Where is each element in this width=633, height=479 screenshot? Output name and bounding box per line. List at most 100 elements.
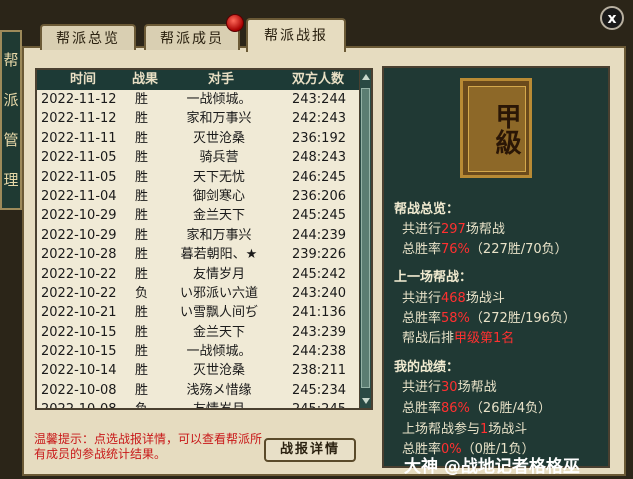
cell-result: 胜 — [135, 363, 149, 379]
header-result: 战果 — [131, 72, 158, 87]
table-row[interactable]: 2022-10-22 负 い邪派い六道 243:240 — [37, 284, 359, 303]
cell-date: 2022-10-21 — [41, 305, 117, 321]
side-banner-label: 帮 派 管 理 — [3, 51, 19, 189]
cell-date: 2022-11-04 — [41, 188, 117, 204]
tab-overview[interactable]: 帮派总览 — [40, 24, 136, 50]
cell-opponent: 友情岁月 — [192, 402, 245, 410]
cell-date: 2022-10-15 — [41, 344, 117, 360]
battle-report-table: 时间 战果 对手 双方人数 2022-11-12 胜一战倾城。 243:244 202… — [35, 68, 373, 410]
cell-date: 2022-10-29 — [41, 208, 117, 224]
cell-opponent: 一战倾城。 — [186, 344, 252, 360]
cell-opponent: 浅殇メ惜缘 — [186, 382, 252, 398]
tab-members[interactable]: 帮派成员 — [144, 24, 240, 50]
cell-date: 2022-11-05 — [41, 169, 117, 185]
cell-counts: 244:238 — [291, 344, 346, 360]
table-row[interactable]: 2022-11-12 胜 家和万事兴 242:243 — [37, 109, 359, 128]
cell-date: 2022-10-08 — [41, 402, 117, 410]
cell-result: 胜 — [135, 188, 149, 204]
scroll-down-icon[interactable] — [362, 398, 370, 404]
tip-text: 温馨提示：点选战报详情，可以查看帮派所有成员的参战统计结果。 — [34, 432, 263, 461]
table-row[interactable]: 2022-10-08 负 友情岁月 245:245 — [37, 400, 359, 410]
last-battle-winrate: 总胜率58%（272胜/196负） — [402, 311, 576, 326]
header-counts: 双方人数 — [291, 72, 344, 87]
cell-result: 胜 — [135, 305, 149, 321]
cell-counts: 236:206 — [291, 188, 346, 204]
cell-counts: 245:245 — [291, 402, 346, 410]
scroll-thumb[interactable] — [361, 88, 370, 388]
cell-result: 负 — [135, 402, 149, 410]
cell-opponent: 一战倾城。 — [186, 92, 252, 107]
battle-detail-button[interactable]: 战报详情 — [264, 438, 356, 462]
table-row[interactable]: 2022-10-29 胜 家和万事兴 244:239 — [37, 226, 359, 245]
table-row[interactable]: 2022-11-11 胜 灭世沧桑 236:192 — [37, 129, 359, 148]
scroll-up-icon[interactable] — [362, 74, 370, 80]
scrollbar[interactable] — [359, 70, 371, 408]
table-row[interactable]: 2022-10-29 胜 金兰天下 245:245 — [37, 206, 359, 225]
cell-result: 胜 — [135, 92, 149, 107]
side-banner: 帮 派 管 理 — [0, 30, 22, 210]
last-battle-rank: 帮战后排甲级第1名 — [402, 331, 515, 346]
cell-counts: 245:245 — [291, 208, 346, 224]
cell-result: 胜 — [135, 266, 149, 282]
cell-counts: 238:211 — [291, 363, 346, 379]
cell-date: 2022-11-05 — [41, 150, 117, 166]
my-record-winrate: 总胜率86%（26胜/4负） — [402, 401, 552, 416]
watermark-text: 大神 @战地记者格格巫 — [404, 457, 580, 477]
cell-date: 2022-10-29 — [41, 227, 117, 243]
cell-opponent: 御剑寒心 — [192, 188, 245, 204]
cell-opponent: 家和万事兴 — [186, 227, 252, 243]
cell-opponent: 暮若朝阳、★ — [180, 247, 258, 263]
close-button[interactable]: x — [600, 6, 624, 30]
table-row[interactable]: 2022-10-15 胜 一战倾城。 244:238 — [37, 342, 359, 361]
cell-counts: 244:239 — [291, 227, 346, 243]
table-row[interactable]: 2022-11-05 胜 骑兵营 248:243 — [37, 148, 359, 167]
cell-counts: 248:243 — [291, 150, 346, 166]
my-record-last-fights: 上场帮战参与1场战斗 — [402, 422, 528, 437]
cell-result: 负 — [135, 285, 149, 301]
cell-date: 2022-10-14 — [41, 363, 117, 379]
table-row[interactable]: 2022-11-05 胜 天下无忧 246:245 — [37, 168, 359, 187]
table-header: 时间 战果 对手 双方人数 — [37, 70, 359, 90]
cell-counts: 242:243 — [291, 111, 346, 127]
cell-counts: 245:234 — [291, 382, 346, 398]
table-row[interactable]: 2022-10-28 胜 暮若朝阳、★ 239:226 — [37, 245, 359, 264]
cell-counts: 243:240 — [291, 285, 346, 301]
cell-opponent: 灭世沧桑 — [192, 130, 245, 146]
cell-opponent: 骑兵营 — [199, 150, 239, 166]
cell-counts: 246:245 — [291, 169, 346, 185]
cell-opponent: 家和万事兴 — [186, 111, 252, 127]
cell-result: 胜 — [135, 324, 149, 340]
cell-date: 2022-10-22 — [41, 285, 117, 301]
game-window: 帮 派 管 理 帮派总览 帮派成员 帮派战报 x 时间 战果 对手 双方人数 2… — [0, 0, 633, 479]
cell-result: 胜 — [135, 150, 149, 166]
header-opponent: 对手 — [207, 72, 234, 87]
cell-date: 2022-11-12 — [41, 92, 117, 107]
cell-date: 2022-10-15 — [41, 324, 117, 340]
my-record-battles: 共进行30场帮战 — [402, 380, 497, 395]
cell-date: 2022-10-08 — [41, 382, 117, 398]
table-row[interactable]: 2022-10-22 胜 友情岁月 245:242 — [37, 265, 359, 284]
cell-result: 胜 — [135, 130, 149, 146]
cell-result: 胜 — [135, 344, 149, 360]
cell-date: 2022-11-12 — [41, 111, 117, 127]
table-row[interactable]: 2022-11-12 胜 一战倾城。 243:244 — [37, 90, 359, 109]
cell-opponent: 金兰天下 — [192, 208, 245, 224]
last-battle-title: 上一场帮战： — [394, 270, 473, 285]
my-record-title: 我的战绩： — [394, 360, 460, 375]
header-time: 时间 — [69, 72, 96, 87]
tab-battle-report[interactable]: 帮派战报 — [246, 18, 346, 52]
cell-date: 2022-10-28 — [41, 247, 117, 263]
table-row[interactable]: 2022-10-21 胜 い雪飘人间ぢ 241:136 — [37, 303, 359, 322]
grade-badge-text: 甲級 — [468, 86, 526, 172]
cell-result: 胜 — [135, 382, 149, 398]
table-row[interactable]: 2022-10-08 胜 浅殇メ惜缘 245:234 — [37, 381, 359, 400]
table-row[interactable]: 2022-10-15 胜 金兰天下 243:239 — [37, 323, 359, 342]
table-row[interactable]: 2022-11-04 胜 御剑寒心 236:206 — [37, 187, 359, 206]
table-row[interactable]: 2022-10-14 胜 灭世沧桑 238:211 — [37, 361, 359, 380]
cell-opponent: い邪派い六道 — [179, 285, 258, 301]
cell-opponent: 金兰天下 — [192, 324, 245, 340]
cell-opponent: 天下无忧 — [192, 169, 245, 185]
cell-counts: 239:226 — [291, 247, 346, 263]
red-gem-icon — [226, 14, 244, 32]
table-body: 2022-11-12 胜一战倾城。 243:244 2022-11-12 胜家和万事兴 2… — [37, 90, 359, 410]
